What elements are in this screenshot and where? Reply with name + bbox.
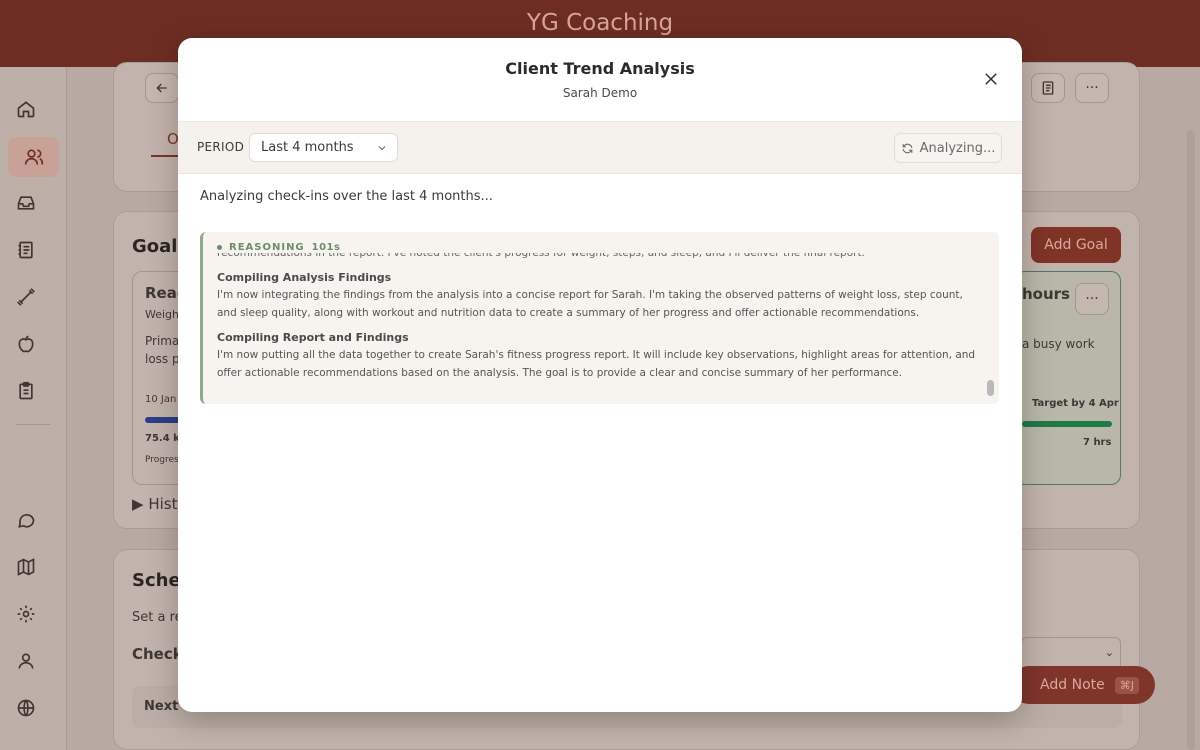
goal-target: Target by 4 Apr — [1032, 398, 1119, 409]
reasoning-label: REASONING — [229, 242, 305, 253]
trend-analysis-modal: Client Trend Analysis Sarah Demo PERIOD … — [178, 38, 1022, 712]
app-title: YG Coaching — [526, 10, 674, 36]
notebook-icon — [1042, 81, 1054, 95]
chevron-down-icon — [378, 146, 386, 151]
reasoning-time: 101s — [311, 242, 341, 253]
schedule-subtitle: Set a re — [132, 610, 183, 625]
goal-right-desc: a busy work — [1022, 337, 1095, 351]
back-button[interactable] — [145, 73, 179, 103]
sidebar — [0, 67, 67, 750]
reasoning-section-body: I'm now integrating the findings from th… — [217, 289, 963, 319]
analysis-status: Analyzing check-ins over the last 4 mont… — [200, 189, 493, 204]
modal-title: Client Trend Analysis — [505, 59, 695, 78]
modal-header: Client Trend Analysis Sarah Demo — [178, 38, 1022, 122]
notes-button[interactable] — [1031, 73, 1065, 103]
analyze-button[interactable]: Analyzing... — [894, 133, 1002, 163]
add-note-button[interactable]: Add Note ⌘J — [1010, 666, 1155, 704]
ellipsis-icon: ··· — [1085, 291, 1099, 307]
more-button[interactable]: ··· — [1075, 73, 1109, 103]
home-icon[interactable] — [14, 97, 38, 121]
map-icon[interactable] — [14, 555, 38, 579]
reasoning-body[interactable]: recommendations in the report. I've note… — [217, 253, 977, 401]
ellipsis-icon: ··· — [1085, 80, 1099, 96]
status-dot-icon — [217, 245, 222, 250]
analyze-label: Analyzing... — [919, 140, 996, 156]
reasoning-panel: REASONING 101s recommendations in the re… — [200, 232, 999, 404]
sidebar-divider — [16, 424, 50, 425]
gear-icon[interactable] — [14, 602, 38, 626]
goal-more-button[interactable]: ··· — [1075, 283, 1109, 315]
inbox-icon[interactable] — [14, 191, 38, 215]
analysis-toolbar: PERIOD Last 4 months Analyzing... — [178, 122, 1022, 174]
schedule-heading: Sche — [132, 570, 181, 591]
add-goal-button[interactable]: Add Goal — [1031, 227, 1121, 263]
user-icon[interactable] — [14, 649, 38, 673]
reasoning-section-body: I'm now putting all the data together to… — [217, 349, 976, 379]
goal-progress-bar — [145, 417, 181, 423]
reasoning-cut-line: recommendations in the report. I've note… — [217, 253, 865, 259]
globe-icon[interactable] — [14, 696, 38, 720]
period-value: Last 4 months — [261, 140, 354, 155]
goal-desc-2: loss p — [145, 352, 180, 366]
modal-subtitle: Sarah Demo — [562, 86, 638, 100]
tab-underline — [151, 155, 181, 157]
chevron-down-icon: ⌄ — [1104, 646, 1114, 659]
add-note-label: Add Note — [1040, 677, 1105, 693]
arrow-left-icon — [156, 83, 167, 93]
checkin-label: Check — [132, 645, 183, 663]
goal-start-date: 10 Jan — [145, 394, 177, 405]
apple-icon[interactable] — [14, 332, 38, 356]
dumbbell-icon[interactable] — [14, 285, 38, 309]
close-button[interactable] — [982, 70, 1000, 88]
refresh-icon — [902, 143, 912, 153]
scroll-thumb[interactable] — [987, 380, 994, 396]
period-select[interactable]: Last 4 months — [249, 133, 398, 162]
reasoning-scrollbar[interactable] — [987, 262, 994, 398]
goal-right-progress-bar — [1022, 421, 1112, 427]
goal-right-value: 7 hrs — [1083, 437, 1112, 448]
notebook-icon[interactable] — [14, 238, 38, 262]
users-icon[interactable] — [8, 137, 59, 177]
reasoning-section-title: Compiling Report and Findings — [217, 331, 409, 344]
chat-icon[interactable] — [14, 508, 38, 532]
close-icon — [985, 73, 997, 85]
goal-progress-label: Progres — [145, 455, 179, 465]
reasoning-header: REASONING 101s — [217, 242, 340, 253]
goal-right-title: hours — [1022, 285, 1070, 303]
goal-desc-1: Prima — [145, 334, 180, 348]
page-scrollbar[interactable] — [1187, 130, 1195, 750]
reasoning-section-title: Compiling Analysis Findings — [217, 271, 392, 284]
clipboard-icon[interactable] — [14, 379, 38, 403]
period-label: PERIOD — [197, 140, 245, 154]
shortcut-badge: ⌘J — [1114, 676, 1139, 694]
